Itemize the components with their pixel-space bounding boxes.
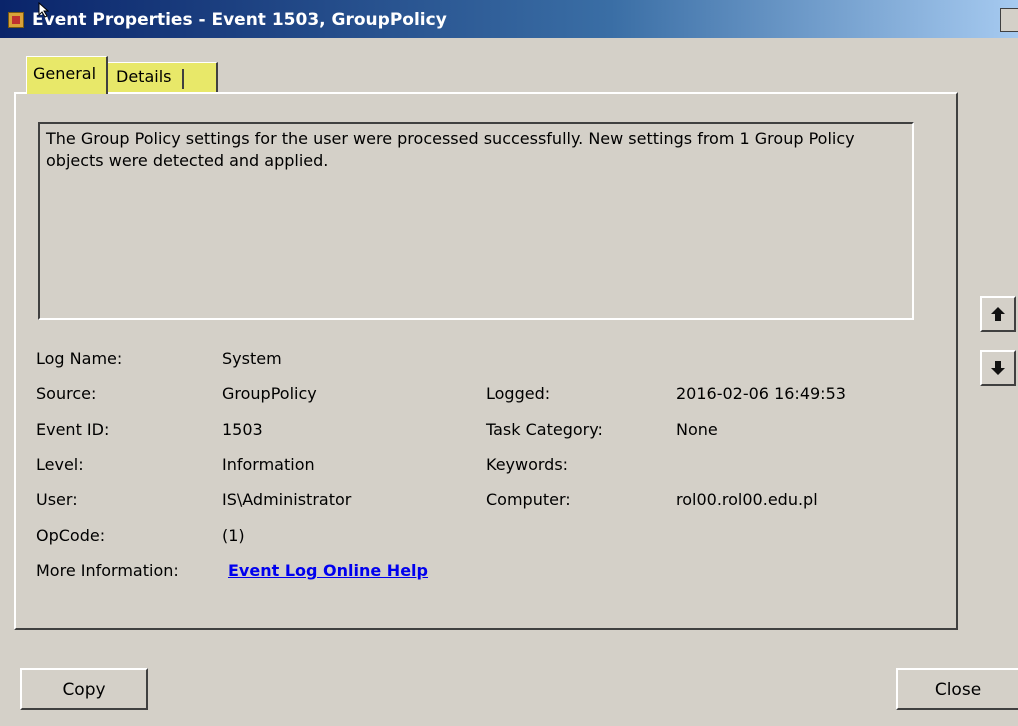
previous-event-button[interactable] [980,296,1016,332]
keywords-label: Keywords: [486,455,569,474]
more-information-label: More Information: [36,561,179,580]
close-button[interactable]: Close [896,668,1018,710]
log-name-label: Log Name: [36,349,123,368]
window-title: Event Properties - Event 1503, GroupPoli… [32,10,447,30]
event-viewer-icon [8,12,24,28]
title-bar: Event Properties - Event 1503, GroupPoli… [0,0,1018,38]
source-label: Source: [36,384,97,403]
source-value: GroupPolicy [222,384,317,403]
user-label: User: [36,490,78,509]
task-category-label: Task Category: [486,420,603,439]
tab-general-label: General [33,64,97,83]
arrow-up-icon [991,307,1005,321]
opcode-label: OpCode: [36,526,106,545]
arrow-down-icon [991,361,1005,375]
computer-value: rol00.rol00.edu.pl [676,490,818,509]
event-id-label: Event ID: [36,420,110,439]
computer-label: Computer: [486,490,571,509]
event-id-value: 1503 [222,420,263,439]
opcode-value: (1) [222,526,245,545]
title-bar-button[interactable] [1000,8,1018,32]
logged-label: Logged: [486,384,551,403]
event-log-online-help-link[interactable]: Event Log Online Help [228,561,428,580]
level-value: Information [222,455,315,474]
task-category-value: None [676,420,718,439]
next-event-button[interactable] [980,350,1016,386]
event-description-box[interactable]: The Group Policy settings for the user w… [38,122,914,320]
level-label: Level: [36,455,84,474]
tab-details[interactable]: Details [108,62,218,92]
logged-value: 2016-02-06 16:49:53 [676,384,846,403]
tab-general[interactable]: General [26,56,108,94]
log-name-value: System [222,349,282,368]
copy-button[interactable]: Copy [20,668,148,710]
cursor-icon [38,2,50,18]
tab-details-label: Details [116,67,172,86]
user-value: IS\Administrator [222,490,352,509]
